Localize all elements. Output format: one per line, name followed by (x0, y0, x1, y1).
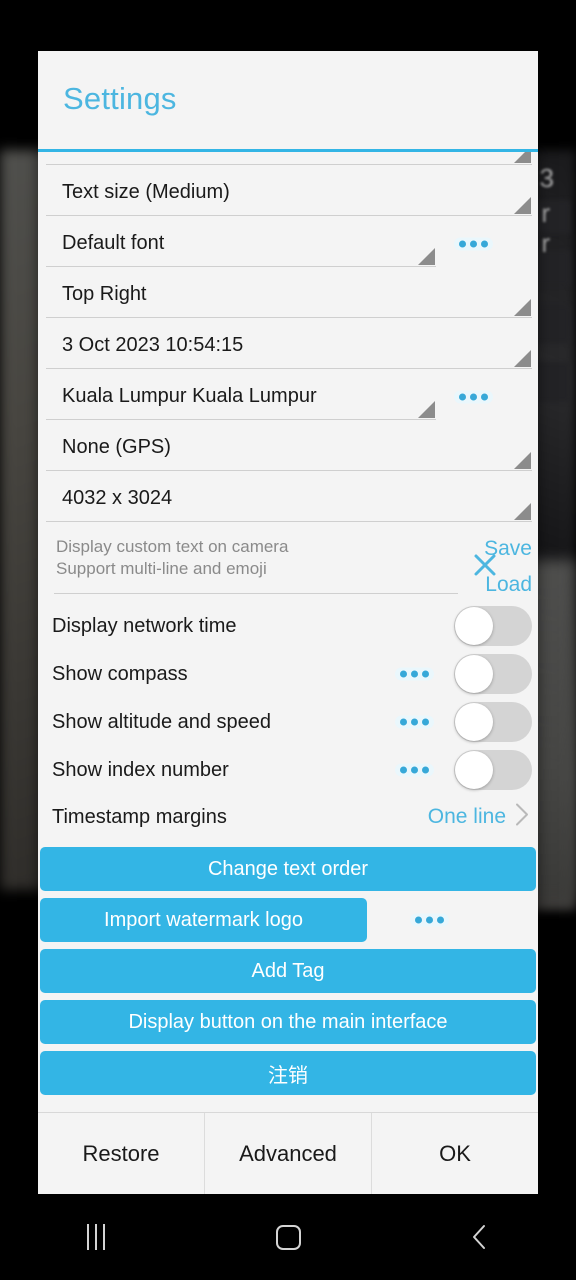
load-custom-text-link[interactable]: Load (485, 573, 532, 597)
overflow-menu-icon[interactable] (454, 390, 493, 403)
overflow-menu-icon[interactable] (410, 913, 449, 927)
toggle-switch[interactable] (454, 606, 532, 646)
toggle-row-compass[interactable]: Show compass (38, 650, 538, 698)
dialog-header: Settings (38, 51, 538, 152)
button-change-text-order-wrap: Change text order (38, 847, 538, 891)
spinner-list: Text size (Medium) Default font Top Right 3… (38, 152, 538, 524)
button-import-watermark-logo-wrap: Import watermark logo (38, 898, 538, 942)
spinner-row-position[interactable]: Top Right (38, 269, 538, 320)
button-display-on-main-interface[interactable]: Display button on the main interface (40, 1000, 536, 1044)
overflow-menu-icon[interactable] (395, 667, 434, 681)
spinner-row-resolution[interactable]: 4032 x 3024 (38, 473, 538, 524)
dialog-footer: Restore Advanced OK (38, 1112, 538, 1194)
settings-scroll-body[interactable]: Text size (Medium) Default font Top Right 3… (38, 152, 538, 1112)
spinner-label: 4032 x 3024 (62, 487, 173, 509)
spinner-row-location[interactable]: Kuala Lumpur Kuala Lumpur (38, 371, 538, 422)
dropdown-triangle-icon (514, 503, 531, 520)
dropdown-triangle-icon (418, 248, 435, 265)
page-title: Settings (63, 81, 177, 116)
background-ghost-text: r (541, 198, 550, 228)
chevron-right-icon (514, 802, 530, 833)
custom-text-row: Save Load (38, 524, 538, 602)
timestamp-margins-value: One line (427, 805, 506, 828)
overflow-menu-icon[interactable] (395, 715, 434, 729)
action-button-list: Change text order Import watermark logo Ad… (38, 847, 538, 1095)
button-display-on-main-interface-wrap: Display button on the main interface (38, 1000, 538, 1044)
overflow-menu-icon[interactable] (395, 763, 434, 777)
toggle-label: Show compass (52, 662, 188, 685)
dropdown-triangle-icon (514, 197, 531, 214)
dropdown-triangle-icon (418, 401, 435, 418)
spinner-row-text-size[interactable]: Text size (Medium) (38, 167, 538, 218)
toggle-switch[interactable] (454, 702, 532, 742)
footer-button-restore[interactable]: Restore (38, 1113, 205, 1194)
home-icon[interactable] (192, 1194, 384, 1280)
dropdown-triangle-icon (514, 350, 531, 367)
android-navigation-bar (0, 1194, 576, 1280)
button-add-tag[interactable]: Add Tag (40, 949, 536, 993)
dropdown-triangle-icon (514, 452, 531, 469)
settings-dialog: Settings Text size (Medium) Default font T… (38, 51, 538, 1194)
spinner-row-clipped[interactable] (38, 152, 538, 167)
spinner-row-datetime[interactable]: 3 Oct 2023 10:54:15 (38, 320, 538, 371)
spinner-underline (46, 152, 532, 165)
timestamp-margins-label: Timestamp margins (52, 805, 227, 828)
button-logout-wrap: 注销 (38, 1051, 538, 1095)
recents-icon[interactable] (0, 1194, 192, 1280)
toggle-label: Display network time (52, 614, 237, 637)
toggle-label: Show index number (52, 758, 229, 781)
save-custom-text-link[interactable]: Save (484, 537, 532, 561)
footer-button-advanced[interactable]: Advanced (205, 1113, 372, 1194)
spinner-label: Kuala Lumpur Kuala Lumpur (62, 385, 317, 407)
background-ghost-text: 3 (539, 163, 554, 193)
spinner-row-gps[interactable]: None (GPS) (38, 422, 538, 473)
dropdown-triangle-icon (514, 299, 531, 316)
toggle-row-altitude-speed[interactable]: Show altitude and speed (38, 698, 538, 746)
spinner-label: Default font (62, 232, 165, 254)
toggle-switch[interactable] (454, 750, 532, 790)
toggle-list: Display network time Show compass Show alt… (38, 602, 538, 794)
back-icon[interactable] (384, 1194, 576, 1280)
spinner-row-font[interactable]: Default font (38, 218, 538, 269)
spinner-label: 3 Oct 2023 10:54:15 (62, 334, 244, 356)
background-ghost-text: r (541, 228, 550, 258)
button-import-watermark-logo[interactable]: Import watermark logo (40, 898, 367, 942)
toggle-label: Show altitude and speed (52, 710, 272, 733)
toggle-switch[interactable] (454, 654, 532, 694)
button-add-tag-wrap: Add Tag (38, 949, 538, 993)
dropdown-triangle-icon (514, 152, 531, 163)
footer-button-ok[interactable]: OK (372, 1113, 538, 1194)
overflow-menu-icon[interactable] (454, 237, 493, 250)
timestamp-margins-row[interactable]: Timestamp margins One line (38, 794, 538, 840)
button-change-text-order[interactable]: Change text order (40, 847, 536, 891)
toggle-row-network-time[interactable]: Display network time (38, 602, 538, 650)
spinner-label: Top Right (62, 283, 147, 305)
spinner-label: None (GPS) (62, 436, 171, 458)
toggle-row-index-number[interactable]: Show index number (38, 746, 538, 794)
spinner-label: Text size (Medium) (62, 181, 230, 203)
button-logout[interactable]: 注销 (40, 1051, 536, 1095)
custom-text-input[interactable] (54, 532, 458, 594)
